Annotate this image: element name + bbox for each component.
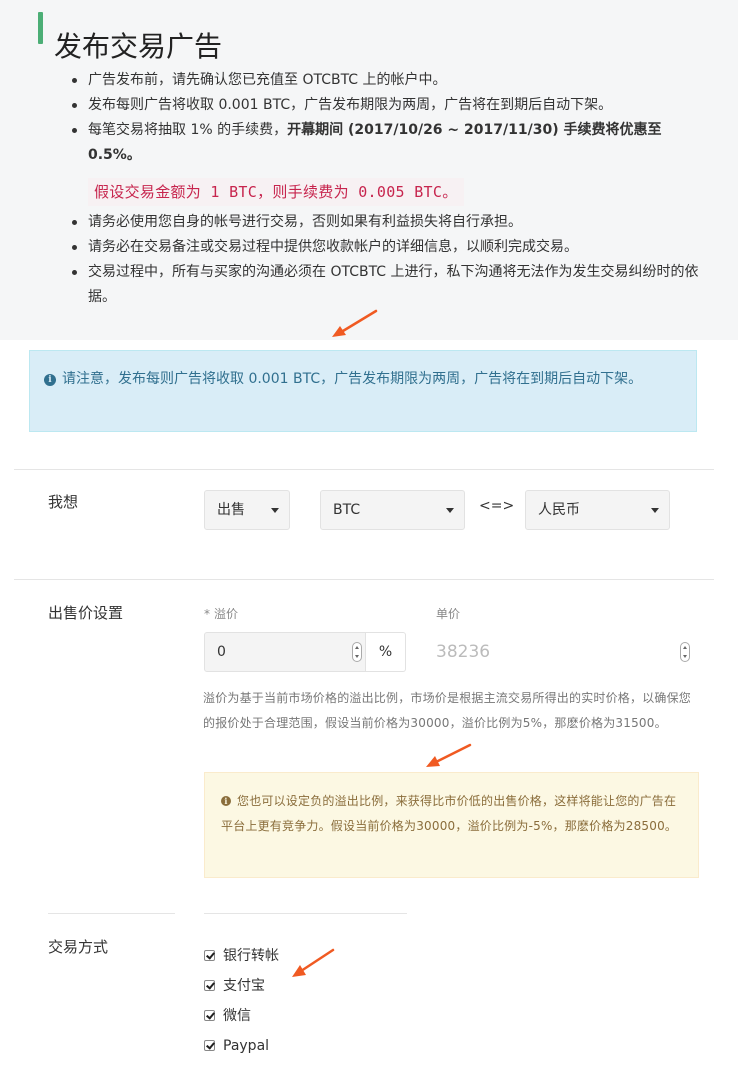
warning-text: 您也可以设定负的溢出比例，来获得比市价低的出售价格，这样将能让您的广告在平台上更… xyxy=(221,794,678,833)
annotation-arrow-icon xyxy=(332,309,378,337)
notice-list: 广告发布前，请先确认您已充值至 OTCBTC 上的帐户中。 发布每则广告将收取 … xyxy=(70,68,700,168)
premium-input-value: 0 xyxy=(217,644,226,660)
price-settings-label: 出售价设置 xyxy=(48,604,124,622)
premium-stepper[interactable] xyxy=(352,642,362,662)
unit-price-stepper[interactable] xyxy=(680,642,690,662)
fee-example: 假设交易金额为 1 BTC，则手续费为 0.005 BTC。 xyxy=(88,178,464,206)
unit-price-label: 单价 xyxy=(436,607,461,621)
page-title: 发布交易广告 xyxy=(54,29,223,63)
divider xyxy=(14,579,714,580)
annotation-arrow-icon xyxy=(426,743,472,767)
currency-select-value: 人民币 xyxy=(538,502,580,518)
checkbox-checked[interactable] xyxy=(204,950,215,961)
chevron-down-icon xyxy=(271,508,279,513)
coin-select[interactable]: BTC xyxy=(320,490,465,530)
list-item: 请务必在交易备注或交易过程中提供您收款帐户的详细信息，以顺利完成交易。 xyxy=(70,235,700,260)
list-item: 每笔交易将抽取 1% 的手续费，开幕期间 (2017/10/26 ~ 2017/… xyxy=(70,118,700,168)
payment-option-alipay[interactable]: 支付宝 xyxy=(204,975,265,997)
annotation-arrow-icon xyxy=(292,948,335,977)
premium-label-text: 溢价 xyxy=(214,607,239,621)
payment-option-label: Paypal xyxy=(223,1038,270,1054)
unit-price-placeholder: 38236 xyxy=(436,642,491,662)
checkbox-checked[interactable] xyxy=(204,1040,215,1051)
payment-option-label: 支付宝 xyxy=(223,978,265,994)
swap-symbol: <=> xyxy=(479,498,515,514)
chevron-down-icon xyxy=(651,508,659,513)
info-circle-icon: i xyxy=(44,374,56,386)
payment-option-wechat[interactable]: 微信 xyxy=(204,1005,251,1027)
premium-input[interactable]: 0 xyxy=(204,632,366,672)
chevron-down-icon xyxy=(446,508,454,513)
premium-warning-alert: i 您也可以设定负的溢出比例，来获得比市价低的出售价格，这样将能让您的广告在平台上… xyxy=(204,772,699,878)
checkbox-checked[interactable] xyxy=(204,980,215,991)
action-select-value: 出售 xyxy=(217,502,245,518)
payment-label: 交易方式 xyxy=(48,938,109,956)
currency-select[interactable]: 人民币 xyxy=(525,490,670,530)
divider xyxy=(204,913,407,914)
list-item: 广告发布前，请先确认您已充值至 OTCBTC 上的帐户中。 xyxy=(70,68,700,93)
title-accent-bar xyxy=(38,12,43,44)
percent-addon: % xyxy=(366,632,406,672)
notice-list-continued: 请务必使用您自身的帐号进行交易，否则如果有利益损失将自行承担。 请务必在交易备注… xyxy=(70,210,700,310)
want-label: 我想 xyxy=(48,493,79,511)
info-alert: i 请注意，发布每则广告将收取 0.001 BTC，广告发布期限为两周，广告将在到… xyxy=(29,350,697,432)
divider xyxy=(14,469,714,470)
premium-help-text: 溢价为基于当前市场价格的溢出比例，市场价是根据主流交易所得出的实时价格，以确保您… xyxy=(203,691,692,730)
action-select[interactable]: 出售 xyxy=(204,490,290,530)
unit-price-input[interactable]: 38236 xyxy=(432,632,692,672)
premium-label: * 溢价 xyxy=(204,605,238,622)
info-circle-icon: i xyxy=(221,796,231,806)
info-alert-text: 请注意，发布每则广告将收取 0.001 BTC，广告发布期限为两周，广告将在到期… xyxy=(62,371,643,387)
payment-option-bank[interactable]: 银行转帐 xyxy=(204,945,279,967)
list-item: 发布每则广告将收取 0.001 BTC，广告发布期限为两周，广告将在到期后自动下… xyxy=(70,93,700,118)
payment-option-paypal[interactable]: Paypal xyxy=(204,1035,269,1057)
list-item: 交易过程中，所有与买家的沟通必须在 OTCBTC 上进行，私下沟通将无法作为发生… xyxy=(70,260,700,310)
checkbox-checked[interactable] xyxy=(204,1010,215,1021)
payment-option-label: 银行转帐 xyxy=(223,948,279,964)
list-item: 请务必使用您自身的帐号进行交易，否则如果有利益损失将自行承担。 xyxy=(70,210,700,235)
coin-select-value: BTC xyxy=(333,502,361,518)
required-mark: * xyxy=(204,607,210,621)
payment-option-label: 微信 xyxy=(223,1008,251,1024)
divider xyxy=(48,913,175,914)
fee-text: 每笔交易将抽取 1% 的手续费， xyxy=(88,122,288,138)
